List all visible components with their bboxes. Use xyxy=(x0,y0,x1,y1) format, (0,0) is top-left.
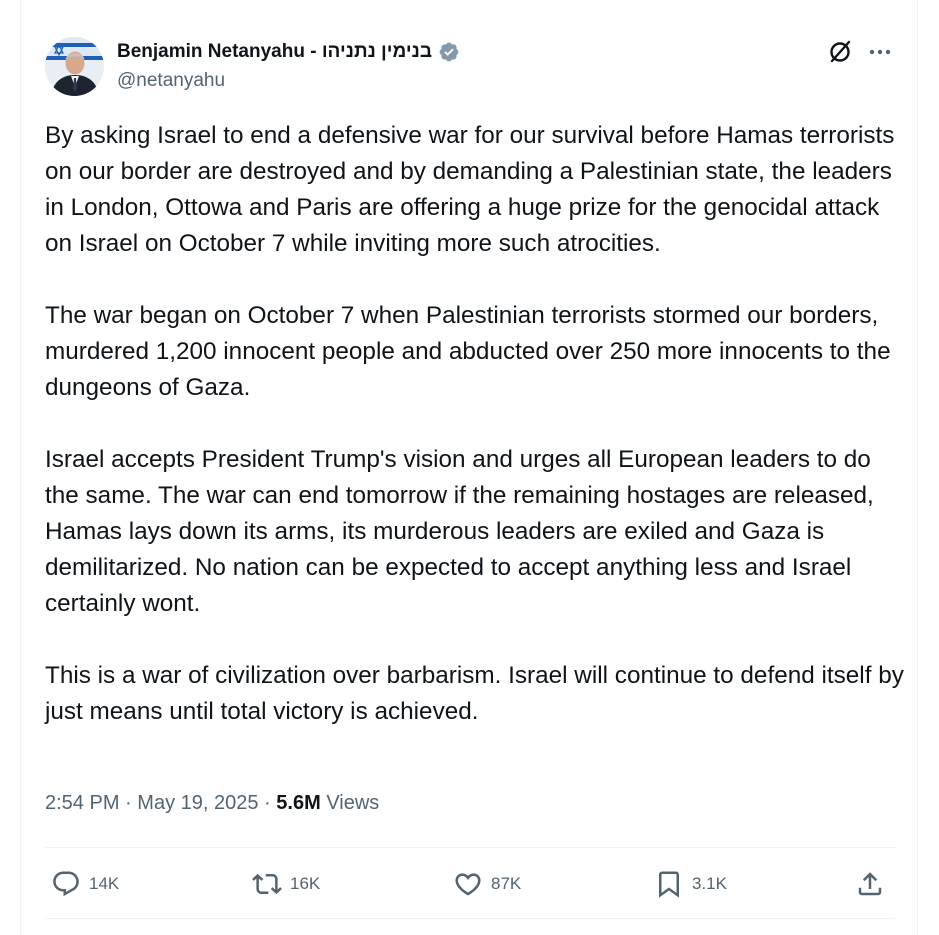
action-bar: 14K 16K 87K 3.1K xyxy=(45,858,895,910)
author-display-name[interactable]: Benjamin Netanyahu - בנימין נתניהו xyxy=(117,41,432,63)
views-label[interactable]: Views xyxy=(326,792,379,814)
repost-icon xyxy=(252,873,282,895)
share-button[interactable] xyxy=(855,858,885,910)
tweet-paragraph: By asking Israel to end a defensive war … xyxy=(45,122,895,257)
like-button[interactable]: 87K xyxy=(453,858,521,910)
author-name-row[interactable]: Benjamin Netanyahu - בנימין נתניהו xyxy=(117,38,460,66)
tweet-date[interactable]: May 19, 2025 xyxy=(137,792,258,814)
verified-badge-icon[interactable] xyxy=(438,41,460,63)
share-icon xyxy=(858,872,882,896)
reply-count: 14K xyxy=(89,874,120,893)
repost-button[interactable]: 16K xyxy=(252,858,320,910)
bookmark-button[interactable]: 3.1K xyxy=(654,858,727,910)
divider xyxy=(45,847,895,848)
grok-icon[interactable] xyxy=(826,38,854,66)
tweet-meta: 2:54 PM · May 19, 2025 · 5.6M Views xyxy=(45,792,379,815)
tweet-paragraph: The war began on October 7 when Palestin… xyxy=(45,302,891,401)
bookmark-icon xyxy=(659,871,679,898)
reply-icon xyxy=(53,871,79,897)
tweet-text: By asking Israel to end a defensive war … xyxy=(45,118,905,766)
meta-separator: · xyxy=(264,792,271,814)
tweet-paragraph: Israel accepts President Trump's vision … xyxy=(45,446,874,617)
views-count[interactable]: 5.6M xyxy=(276,792,320,814)
avatar-image xyxy=(45,37,104,96)
like-count: 87K xyxy=(491,874,522,893)
tweet-time[interactable]: 2:54 PM xyxy=(45,792,119,814)
author-handle[interactable]: @netanyahu xyxy=(117,70,225,92)
repost-count: 16K xyxy=(290,874,321,893)
bookmark-count: 3.1K xyxy=(692,874,727,893)
divider xyxy=(45,918,895,919)
more-icon[interactable] xyxy=(866,38,894,66)
tweet-paragraph: This is a war of civilization over barba… xyxy=(45,662,904,725)
avatar[interactable] xyxy=(45,37,104,96)
reply-button[interactable]: 14K xyxy=(51,858,119,910)
heart-icon xyxy=(455,873,481,896)
meta-separator: · xyxy=(125,792,132,814)
